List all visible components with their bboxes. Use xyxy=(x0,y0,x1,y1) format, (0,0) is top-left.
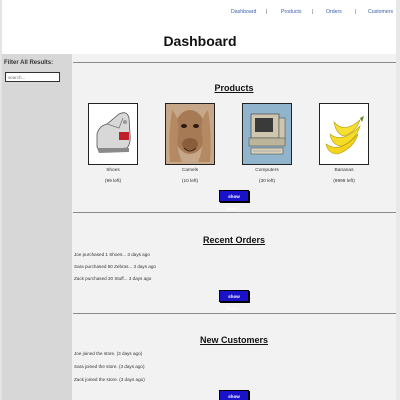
product-card-bananas[interactable]: Bananas (9999 left) xyxy=(319,103,369,184)
filter-title: Filter All Results: xyxy=(4,60,54,66)
nav-separator: | xyxy=(312,9,314,15)
order-row: Zack purchased 20 Stuff... 3 days ago xyxy=(74,276,152,281)
section-divider xyxy=(73,62,396,63)
top-nav: Dashboard | Products | Orders | Customer… xyxy=(0,9,400,19)
customer-row: Joe joined the store. (3 days ago) xyxy=(74,351,143,356)
product-name: Shoes xyxy=(106,168,120,173)
page-title: Dashboard xyxy=(163,33,237,49)
section-divider xyxy=(73,212,396,213)
nav-products-link[interactable]: Products xyxy=(281,9,301,15)
nav-separator: | xyxy=(266,9,268,15)
product-stock: (99 left) xyxy=(104,179,122,184)
customers-show-more-button[interactable]: show more... xyxy=(219,390,249,400)
product-card-shoes[interactable]: Shoes (99 left) xyxy=(88,103,138,184)
orders-show-more-button[interactable]: show more... xyxy=(219,290,249,311)
products-title: Products xyxy=(214,83,254,93)
product-name: Computers xyxy=(255,168,279,173)
computer-image xyxy=(242,103,292,165)
nav-customers-link[interactable]: Customers xyxy=(368,9,393,15)
right-border xyxy=(396,0,400,400)
product-card-camels[interactable]: Camels (10 left) xyxy=(165,103,215,184)
shoe-image xyxy=(88,103,138,165)
product-stock: (30 left) xyxy=(258,179,276,184)
order-row: Joe purchased 1 Shoes... 3 days ago xyxy=(74,252,150,257)
filter-sidebar: Filter All Results: xyxy=(2,54,72,400)
dashboard-page: Dashboard | Products | Orders | Customer… xyxy=(0,0,400,400)
nav-dashboard-link[interactable]: Dashboard xyxy=(231,9,256,15)
nav-orders-link[interactable]: Orders xyxy=(326,9,342,15)
product-stock: (9999 left) xyxy=(333,179,355,184)
camel-image xyxy=(165,103,215,165)
order-row: Sara purchased 50 Zebras... 3 days ago xyxy=(74,264,156,269)
search-input[interactable] xyxy=(5,72,60,82)
customer-row: Sara joined the store. (3 days ago) xyxy=(74,364,145,369)
section-divider xyxy=(73,313,396,314)
product-name: Bananas xyxy=(334,168,354,173)
customer-row: Zack joined the store. (3 days ago) xyxy=(74,377,145,382)
nav-separator: | xyxy=(355,9,357,15)
products-show-more-button[interactable]: show more... xyxy=(219,190,249,211)
product-name: Camels xyxy=(181,168,199,173)
product-card-computers[interactable]: Computers (30 left) xyxy=(242,103,292,184)
bananas-image xyxy=(319,103,369,165)
customers-title: New Customers xyxy=(199,335,269,345)
orders-title: Recent Orders xyxy=(202,235,266,245)
product-stock: (10 left) xyxy=(181,179,199,184)
